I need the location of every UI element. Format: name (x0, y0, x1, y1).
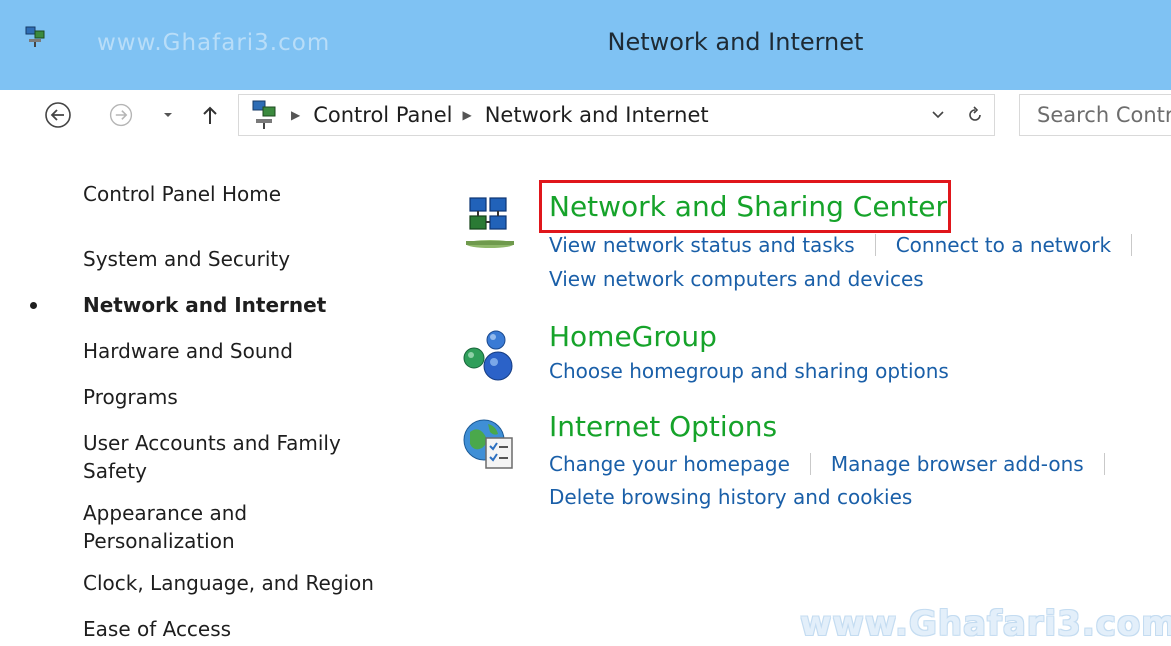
sidebar-item-user-accounts[interactable]: User Accounts and Family Safety (83, 429, 341, 485)
forward-arrow-icon (109, 103, 133, 127)
internet-options-icon (463, 419, 513, 469)
up-arrow-icon (203, 106, 217, 124)
breadcrumb-control-panel[interactable]: Control Panel (313, 103, 452, 127)
window-title: Network and Internet (607, 28, 864, 56)
sidebar-item-label: Safety (83, 459, 147, 483)
sidebar-item-label: Appearance and (83, 501, 248, 525)
forward-button[interactable] (104, 98, 138, 132)
network-sharing-center-icon (466, 197, 514, 248)
chevron-down-icon (932, 111, 944, 119)
internet-options-tasks: Change your homepage Manage browser add-… (549, 450, 1125, 478)
link-divider (874, 234, 876, 256)
refresh-icon (969, 106, 981, 121)
address-bar[interactable]: ▶ Control Panel ▶ Network and Internet (238, 94, 995, 136)
internet-options-tasks-2: Delete browsing history and cookies (549, 483, 912, 511)
active-bullet-icon (30, 302, 37, 309)
choose-homegroup-options-link[interactable]: Choose homegroup and sharing options (549, 357, 949, 385)
homegroup-tasks: Choose homegroup and sharing options (549, 357, 949, 385)
internet-options-link[interactable]: Internet Options (549, 410, 777, 444)
back-arrow-icon (45, 102, 71, 128)
sidebar-item-appearance[interactable]: Appearance and Personalization (83, 499, 247, 555)
connect-to-network-link[interactable]: Connect to a network (896, 231, 1111, 259)
view-network-status-link[interactable]: View network status and tasks (549, 231, 855, 259)
sidebar-item-hardware-and-sound[interactable]: Hardware and Sound (83, 337, 293, 365)
view-network-computers-link[interactable]: View network computers and devices (549, 265, 924, 293)
link-divider (1131, 234, 1133, 256)
recent-locations-button[interactable] (158, 98, 178, 132)
refresh-button[interactable] (962, 102, 988, 128)
network-sharing-center-tasks-2: View network computers and devices (549, 265, 924, 293)
navigation-bar: ▶ Control Panel ▶ Network and Internet S… (0, 90, 1171, 140)
breadcrumb-separator-icon[interactable]: ▶ (291, 108, 300, 122)
chevron-down-icon (164, 113, 172, 117)
address-dropdown-button[interactable] (927, 104, 949, 126)
back-button[interactable] (41, 98, 75, 132)
breadcrumb-network-and-internet[interactable]: Network and Internet (485, 103, 709, 127)
sidebar-item-system-and-security[interactable]: System and Security (83, 245, 290, 273)
sidebar-item-label: Personalization (83, 529, 235, 553)
delete-browsing-history-link[interactable]: Delete browsing history and cookies (549, 483, 912, 511)
search-input[interactable]: Search Control Panel (1019, 94, 1171, 136)
sidebar-item-programs[interactable]: Programs (83, 383, 178, 411)
title-bar: www.Ghafari3.com Network and Internet (0, 0, 1171, 90)
sidebar-item-clock-language-region[interactable]: Clock, Language, and Region (83, 569, 374, 597)
homegroup-icon (463, 330, 513, 381)
link-divider (809, 453, 811, 475)
footer-watermark: www.Ghafari3.com (800, 604, 1171, 644)
manage-browser-addons-link[interactable]: Manage browser add-ons (831, 450, 1084, 478)
breadcrumb-separator-icon[interactable]: ▶ (462, 108, 471, 122)
sidebar-item-control-panel-home[interactable]: Control Panel Home (83, 180, 281, 208)
link-divider (1103, 453, 1105, 475)
sidebar-item-label: User Accounts and Family (83, 431, 341, 455)
homegroup-link[interactable]: HomeGroup (549, 320, 717, 354)
sidebar-item-network-and-internet[interactable]: Network and Internet (83, 291, 326, 319)
change-homepage-link[interactable]: Change your homepage (549, 450, 790, 478)
network-sharing-center-tasks: View network status and tasks Connect to… (549, 231, 1152, 259)
highlight-box (539, 180, 951, 233)
up-button[interactable] (195, 98, 225, 132)
control-panel-icon (252, 100, 276, 129)
sidebar-item-ease-of-access[interactable]: Ease of Access (83, 615, 231, 643)
